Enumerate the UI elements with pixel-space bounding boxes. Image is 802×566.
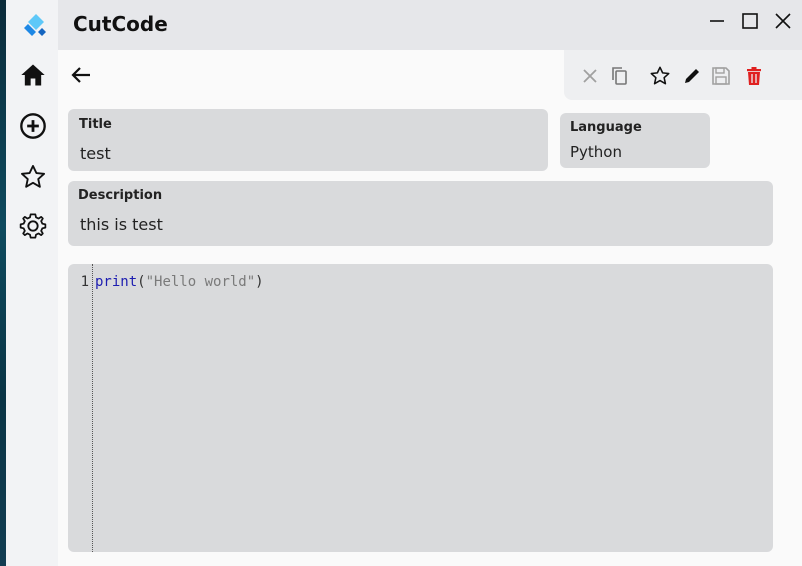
back-button[interactable] <box>68 62 94 88</box>
app-logo-icon <box>22 12 50 40</box>
delete-button[interactable] <box>742 64 766 88</box>
maximize-icon <box>742 13 758 29</box>
sidebar-item-home[interactable] <box>16 58 50 92</box>
save-button[interactable] <box>709 64 733 88</box>
line-number-gutter: 1 <box>68 264 93 552</box>
code-token-string: "Hello world" <box>145 274 256 290</box>
sidebar-item-add[interactable] <box>16 109 50 143</box>
sidebar <box>6 0 58 566</box>
title-label: Title <box>79 117 112 132</box>
trash-icon <box>747 67 761 85</box>
language-value[interactable]: Python <box>570 143 622 161</box>
edit-button[interactable] <box>680 64 704 88</box>
code-token-punctuation: ) <box>255 274 264 290</box>
snippet-toolbar <box>564 50 802 100</box>
copy-icon <box>612 67 627 85</box>
gear-icon <box>19 213 47 239</box>
minimize-button[interactable] <box>706 10 728 32</box>
save-icon <box>712 67 730 85</box>
favorite-button[interactable] <box>648 64 672 88</box>
sidebar-item-favorites[interactable] <box>16 160 50 194</box>
code-token-punctuation: ( <box>137 274 146 290</box>
language-field[interactable]: Language Python <box>560 113 710 168</box>
description-field[interactable]: Description this is test <box>68 181 773 246</box>
copy-button[interactable] <box>608 64 632 88</box>
add-circle-icon <box>20 113 46 139</box>
arrow-left-icon <box>71 67 90 83</box>
pencil-icon <box>685 69 699 83</box>
star-outline-icon <box>20 164 46 188</box>
description-value[interactable]: this is test <box>80 215 163 234</box>
cancel-button[interactable] <box>578 64 602 88</box>
title-bar: CutCode <box>58 0 802 50</box>
title-value[interactable]: test <box>80 144 111 163</box>
star-outline-icon <box>650 66 670 85</box>
line-number: 1 <box>80 274 89 290</box>
language-label: Language <box>570 120 642 135</box>
description-label: Description <box>78 188 163 203</box>
code-line[interactable]: print("Hello world") <box>95 274 264 290</box>
maximize-button[interactable] <box>739 10 761 32</box>
sidebar-item-settings[interactable] <box>16 209 50 243</box>
minimize-icon <box>710 20 724 22</box>
close-window-button[interactable] <box>772 10 794 32</box>
home-icon <box>21 64 45 86</box>
app-title: CutCode <box>73 12 168 36</box>
code-token-keyword: print <box>95 274 138 290</box>
code-editor[interactable]: 1 print("Hello world") <box>68 264 773 552</box>
title-field[interactable]: Title test <box>68 109 548 171</box>
close-icon <box>583 69 597 83</box>
close-icon <box>775 13 791 29</box>
